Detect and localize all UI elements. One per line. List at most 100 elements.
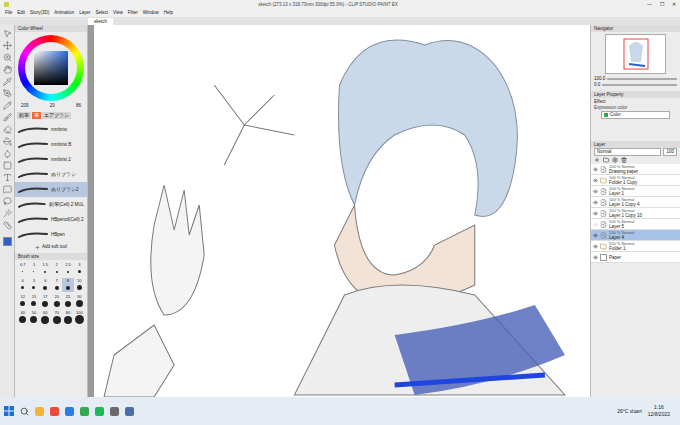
brush-size-option[interactable]: 60 (40, 310, 51, 324)
subtool-item[interactable]: mmbrist B (15, 137, 87, 152)
search-icon[interactable] (20, 407, 29, 416)
subtool-item[interactable]: mmbrist 2 (15, 152, 87, 167)
visibility-icon[interactable] (593, 167, 598, 172)
menu-item[interactable]: Layer (79, 9, 90, 17)
window-control-button[interactable]: ✕ (672, 0, 676, 9)
menu-item[interactable]: Filter (128, 9, 138, 17)
tool-icon[interactable] (3, 149, 12, 158)
blend-mode-select[interactable]: Normal (594, 148, 661, 156)
settings-icon[interactable] (612, 157, 618, 163)
menu-item[interactable]: Animation (54, 9, 74, 17)
brush-size-option[interactable]: 50 (28, 310, 39, 324)
tool-icon[interactable] (3, 185, 12, 194)
layer-row[interactable]: 100 % NormalLayer 1 Copy 4 (591, 197, 680, 208)
tool-icon[interactable] (3, 65, 12, 74)
trash-icon[interactable] (621, 157, 627, 163)
color-wheel[interactable] (18, 35, 84, 101)
expression-color-select[interactable]: Color (601, 111, 670, 119)
opacity-field[interactable]: 100 (663, 148, 677, 156)
subtool-item[interactable]: 鉛筆(Cell) 2 MUL (15, 197, 87, 212)
tool-icon[interactable] (3, 77, 12, 86)
subtool-item[interactable]: HBpencil(Cell) 2 (15, 212, 87, 227)
visibility-icon[interactable] (593, 255, 598, 260)
weather[interactable]: 26°C ฝนตก (617, 408, 642, 415)
brush-size-option[interactable]: 3 (74, 262, 85, 276)
brush-size-option[interactable]: 1.5 (40, 262, 51, 276)
brush-size-option[interactable]: 5 (28, 278, 39, 292)
tool-icon[interactable] (3, 197, 12, 206)
brush-size-option[interactable]: 7 (51, 278, 62, 292)
layer-row[interactable]: 100 % NormalLayer 4 (591, 230, 680, 241)
layer-row[interactable]: Paper (591, 252, 680, 263)
brush-size-option[interactable]: 70 (51, 310, 62, 324)
layer-row[interactable]: 100 % NormalLayer 1 (591, 186, 680, 197)
taskbar-app-icon[interactable] (80, 407, 89, 416)
color-value[interactable]: 86 (76, 103, 81, 109)
tool-icon[interactable] (3, 41, 12, 50)
color-value[interactable]: 209 (21, 103, 29, 109)
taskbar-app-icon[interactable] (110, 407, 119, 416)
tool-icon[interactable] (3, 125, 12, 134)
new-folder-icon[interactable] (603, 157, 609, 163)
tool-icon[interactable] (3, 137, 12, 146)
visibility-icon[interactable] (593, 222, 598, 227)
tool-icon[interactable] (3, 29, 12, 38)
add-subtool[interactable]: Add sub tool (15, 244, 87, 250)
layer-row[interactable]: 100 % NormalDrawing paper (591, 164, 680, 175)
brush-size-option[interactable]: 17 (40, 294, 51, 308)
window-control-button[interactable]: ☐ (660, 0, 664, 9)
canvas[interactable] (94, 25, 590, 397)
subtool-group-tab[interactable]: エアブラシ (42, 112, 71, 119)
menu-item[interactable]: Window (143, 9, 159, 17)
windows-start-icon[interactable] (4, 406, 14, 416)
subtool-item[interactable]: ぬりブラシ (15, 167, 87, 182)
visibility-icon[interactable] (593, 178, 598, 183)
tool-icon[interactable] (3, 209, 12, 218)
tool-icon[interactable] (3, 113, 12, 122)
brush-size-option[interactable]: 1 (28, 262, 39, 276)
brush-size-option[interactable]: 30 (74, 294, 85, 308)
layer-row[interactable]: 100 % NormalFolder 1 Copy (591, 175, 680, 186)
navigator-angle[interactable]: 0.0 (591, 82, 680, 88)
navigator-zoom[interactable]: 100.0 (591, 76, 680, 82)
tool-icon[interactable] (3, 53, 12, 62)
brush-size-option[interactable]: 10 (74, 278, 85, 292)
visibility-icon[interactable] (593, 244, 598, 249)
navigator-thumbnail[interactable] (605, 34, 666, 74)
brush-size-option[interactable]: 40 (17, 310, 28, 324)
visibility-icon[interactable] (593, 233, 598, 238)
menu-item[interactable]: View (113, 9, 123, 17)
brush-size-option[interactable]: 100 (74, 310, 85, 324)
brush-size-option[interactable]: 6 (40, 278, 51, 292)
taskbar-app-icon[interactable] (35, 407, 44, 416)
brush-size-option[interactable]: 2 (51, 262, 62, 276)
menu-item[interactable]: File (5, 9, 12, 17)
doc-tab[interactable]: sketch (88, 18, 113, 25)
layer-row[interactable]: 100 % NormalFolder 1 (591, 241, 680, 252)
layer-row[interactable]: 100 % NormalLayer 1 Copy 10 (591, 208, 680, 219)
brush-size-option[interactable]: 0.7 (17, 262, 28, 276)
visibility-icon[interactable] (593, 200, 598, 205)
tool-icon[interactable] (3, 173, 12, 182)
color-value[interactable]: 20 (50, 103, 55, 109)
tool-icon[interactable] (3, 101, 12, 110)
layer-row[interactable]: 100 % NormalLayer 5 (591, 219, 680, 230)
taskbar-app-icon[interactable] (65, 407, 74, 416)
tool-icon[interactable] (3, 89, 12, 98)
brush-size-option[interactable]: 15 (28, 294, 39, 308)
color-square[interactable] (34, 51, 68, 85)
menu-item[interactable]: Story(3D) (30, 9, 49, 17)
new-layer-icon[interactable] (594, 157, 600, 163)
subtool-item[interactable]: HBpen (15, 227, 87, 242)
subtool-item[interactable]: mmbrist (15, 122, 87, 137)
brush-size-option[interactable]: 80 (62, 310, 73, 324)
tool-icon[interactable] (3, 161, 12, 170)
brush-size-option[interactable]: 12 (17, 294, 28, 308)
subtool-item[interactable]: ぬりブラシ2 (15, 182, 87, 197)
menu-item[interactable]: Select (96, 9, 109, 17)
taskbar-app-icon[interactable] (50, 407, 59, 416)
taskbar-app-icon[interactable] (95, 407, 104, 416)
clock[interactable]: 1:1612/8/2022 (648, 404, 676, 418)
subtool-group-tab[interactable]: 筆 (32, 112, 41, 119)
brush-size-option[interactable]: 20 (51, 294, 62, 308)
